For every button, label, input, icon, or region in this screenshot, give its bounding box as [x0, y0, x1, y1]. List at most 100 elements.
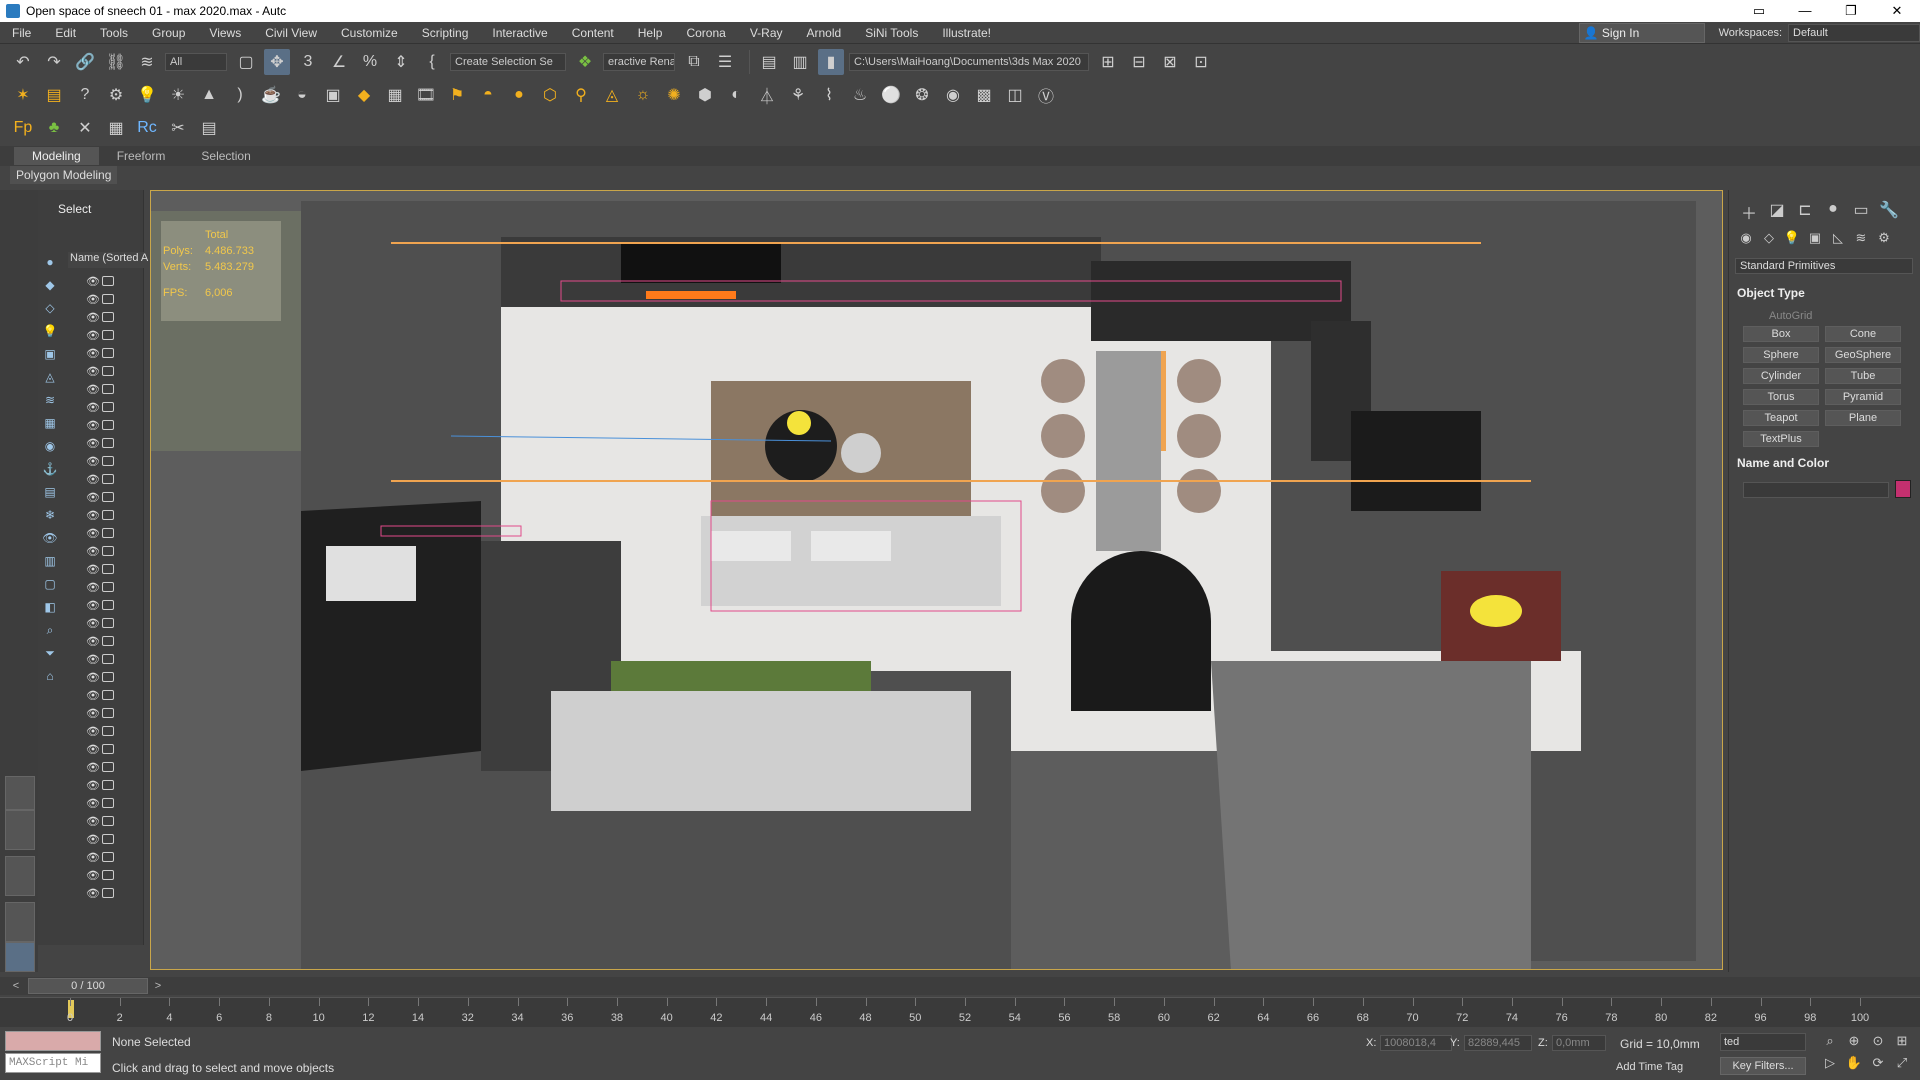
display-geometry-icon[interactable]: ◆: [42, 277, 58, 293]
modify-tab-icon[interactable]: ◪: [1763, 200, 1791, 222]
rc-tools-icon[interactable]: ✂: [165, 115, 191, 141]
interactive-rename-icon[interactable]: ❖: [572, 49, 598, 75]
render-iterative-icon[interactable]: ⊡: [1188, 49, 1214, 75]
textplus-button[interactable]: TextPlus: [1743, 431, 1819, 447]
visibility-eye-icon[interactable]: 👁: [86, 401, 100, 414]
render-production-icon[interactable]: ⊠: [1157, 49, 1183, 75]
autogrid-checkbox[interactable]: AutoGrid: [1769, 310, 1812, 322]
zoom-icon[interactable]: ⌕: [1820, 1033, 1840, 1051]
display-spacewarps-icon[interactable]: ≋: [42, 392, 58, 408]
menu-corona[interactable]: Corona: [674, 22, 737, 44]
visibility-eye-icon[interactable]: 👁: [86, 617, 100, 630]
name-and-color-rollout[interactable]: Name and Color: [1737, 456, 1829, 470]
menu-content[interactable]: Content: [560, 22, 626, 44]
find-icon[interactable]: ⌕: [42, 622, 58, 638]
vfb-icon[interactable]: 🎞: [413, 82, 439, 108]
lights-icon[interactable]: 💡: [1781, 230, 1803, 248]
zoom-extents-icon[interactable]: ⊙: [1868, 1033, 1888, 1051]
object-type-rollout[interactable]: Object Type: [1737, 286, 1805, 300]
add-time-tag[interactable]: Add Time Tag: [1616, 1061, 1683, 1073]
viewport-layout-2[interactable]: [5, 856, 35, 896]
visibility-eye-icon[interactable]: 👁: [86, 419, 100, 432]
asset-browser-icon[interactable]: ▩: [971, 82, 997, 108]
hierarchy-tab-icon[interactable]: ⊏: [1791, 200, 1819, 222]
primitive-category-select[interactable]: Standard Primitives: [1735, 258, 1913, 274]
visibility-eye-icon[interactable]: 👁: [86, 365, 100, 378]
cameras-icon[interactable]: ▣: [1804, 230, 1826, 248]
spacewarps-icon[interactable]: ≋: [1850, 230, 1872, 248]
toggle-ribbon-icon[interactable]: ▥: [787, 49, 813, 75]
cone-button[interactable]: Cone: [1825, 326, 1901, 342]
restore-icon[interactable]: ▭: [1736, 0, 1782, 22]
visibility-eye-icon[interactable]: 👁: [86, 347, 100, 360]
box-icon[interactable]: ▣: [320, 82, 346, 108]
menu-edit[interactable]: Edit: [43, 22, 88, 44]
spinner-snap-icon[interactable]: ⇕: [388, 49, 414, 75]
vray-decal-icon[interactable]: ⌇: [816, 82, 842, 108]
tube-button[interactable]: Tube: [1825, 368, 1901, 384]
viewport-layout-1[interactable]: [5, 810, 35, 850]
maximize-viewport-icon[interactable]: ⤢: [1892, 1055, 1912, 1073]
visibility-eye-icon[interactable]: 👁: [86, 491, 100, 504]
light-icon[interactable]: 💡: [134, 82, 160, 108]
help-icon[interactable]: ?: [72, 82, 98, 108]
vray-sun-icon[interactable]: ☼: [630, 82, 656, 108]
visibility-eye-icon[interactable]: 👁: [86, 545, 100, 558]
visibility-eye-icon[interactable]: 👁: [86, 563, 100, 576]
shapes-icon[interactable]: ◇: [1758, 230, 1780, 248]
tools-icon[interactable]: ✕: [72, 115, 98, 141]
display-shapes-icon[interactable]: ◇: [42, 300, 58, 316]
visibility-eye-icon[interactable]: 👁: [86, 671, 100, 684]
visibility-eye-icon[interactable]: 👁: [86, 689, 100, 702]
ies-light-icon[interactable]: ⚲: [568, 82, 594, 108]
redo-icon[interactable]: ↷: [41, 49, 67, 75]
x-coordinate-field[interactable]: 1008018,4: [1380, 1035, 1452, 1051]
maxscript-listener-output[interactable]: [5, 1031, 101, 1051]
visibility-eye-icon[interactable]: 👁: [86, 887, 100, 900]
plane-button[interactable]: Plane: [1825, 410, 1901, 426]
utilities-tab-icon[interactable]: 🔧: [1875, 200, 1903, 222]
select-move-icon[interactable]: ✥: [264, 48, 290, 75]
create-tab-icon[interactable]: ＋: [1735, 200, 1763, 223]
object-name-field[interactable]: [1743, 482, 1889, 498]
systems-icon[interactable]: ⚙: [1873, 230, 1895, 248]
display-cameras-icon[interactable]: ▣: [42, 346, 58, 362]
multi-material-icon[interactable]: ❂: [909, 82, 935, 108]
workspaces-select[interactable]: Default: [1788, 24, 1920, 42]
next-frame-arrow-icon[interactable]: >: [150, 978, 166, 994]
perspective-viewport[interactable]: Total Polys: 4.486.733 Verts: 5.483.279 FP…: [150, 190, 1723, 970]
menu-interactive[interactable]: Interactive: [480, 22, 559, 44]
maxscript-mini-listener[interactable]: MAXScript Mi: [5, 1053, 101, 1073]
edit-named-selection-icon[interactable]: {: [419, 49, 445, 75]
layer-explorer-icon[interactable]: ▤: [756, 49, 782, 75]
visibility-eye-icon[interactable]: 👁: [86, 779, 100, 792]
interactive-rename-field[interactable]: eractive Renar: [603, 52, 675, 71]
visibility-eye-icon[interactable]: 👁: [86, 743, 100, 756]
display-xrefs-icon[interactable]: ◉: [42, 438, 58, 454]
snap-3d-icon[interactable]: 3: [295, 49, 321, 75]
visibility-eye-icon[interactable]: 👁: [86, 581, 100, 594]
visibility-eye-icon[interactable]: 👁: [86, 851, 100, 864]
prev-frame-arrow-icon[interactable]: <: [8, 978, 24, 994]
menu-customize[interactable]: Customize: [329, 22, 410, 44]
scene-converter-icon[interactable]: ▦: [382, 82, 408, 108]
visibility-eye-icon[interactable]: 👁: [86, 635, 100, 648]
close-button[interactable]: ✕: [1874, 0, 1920, 22]
vray-plane-icon[interactable]: ⏃: [754, 82, 780, 108]
material-editor-icon[interactable]: ◉: [940, 82, 966, 108]
menu-file[interactable]: File: [0, 22, 43, 44]
zoom-all-icon[interactable]: ⊕: [1844, 1033, 1864, 1051]
visibility-eye-icon[interactable]: 👁: [86, 815, 100, 828]
display-groups-icon[interactable]: ▦: [42, 415, 58, 431]
select-object-icon[interactable]: ▢: [233, 49, 259, 75]
display-objects-icon[interactable]: ●: [42, 254, 58, 270]
filter-icon[interactable]: ⏷: [42, 645, 58, 661]
list-icon[interactable]: ▤: [41, 82, 67, 108]
visibility-eye-icon[interactable]: 👁: [86, 473, 100, 486]
menu-views[interactable]: Views: [197, 22, 253, 44]
menu-illustrate[interactable]: Illustrate!: [930, 22, 1003, 44]
link-icon[interactable]: 🔗: [72, 49, 98, 75]
tab-selection[interactable]: Selection: [183, 147, 268, 165]
named-selection-set[interactable]: Create Selection Se: [450, 52, 566, 71]
selection-filter[interactable]: All: [165, 52, 227, 71]
